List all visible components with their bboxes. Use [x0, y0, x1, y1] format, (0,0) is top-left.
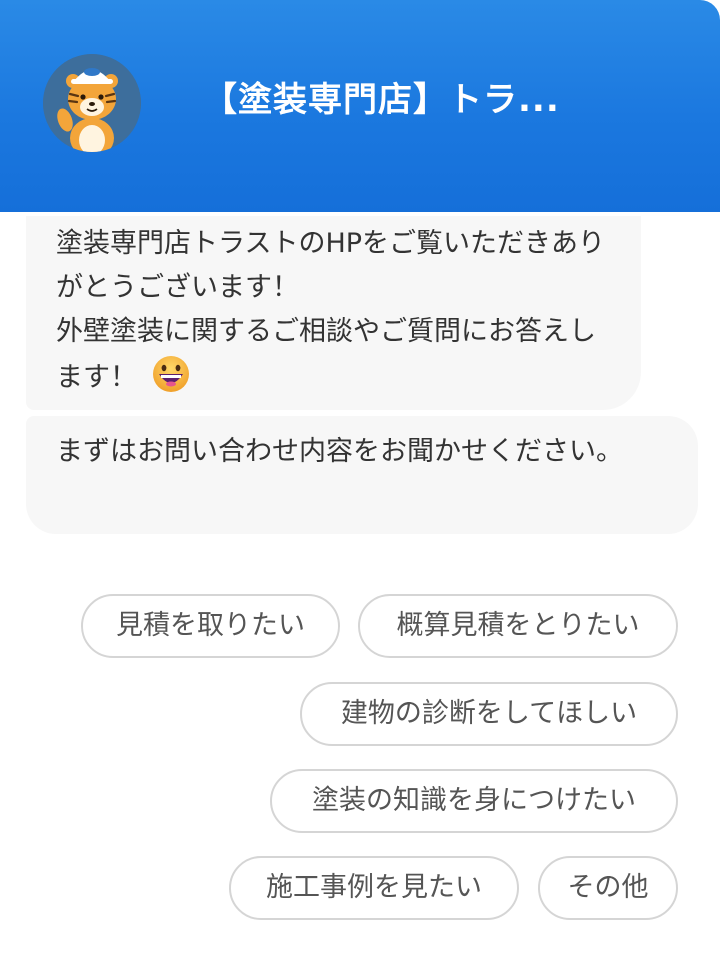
quick-reply-case-studies[interactable]: 施工事例を見たい: [229, 856, 519, 920]
quick-reply-painting-knowledge[interactable]: 塗装の知識を身につけたい: [270, 769, 678, 833]
chat-title: 【塗装専門店】トラ...: [203, 80, 560, 120]
avatar: [43, 54, 141, 152]
chat-body[interactable]: 塗装専門店トラストのHPをご覧いただきありがとうございます！ 外壁塗装に関するご…: [0, 212, 720, 960]
grinning-face-icon: [153, 356, 189, 392]
message-bubble: まずはお問い合わせ内容をお聞かせください。: [26, 416, 698, 534]
message-bubble: 塗装専門店トラストのHPをご覧いただきありがとうございます！ 外壁塗装に関するご…: [26, 216, 641, 410]
message-text: まずはお問い合わせ内容をお聞かせください。: [56, 436, 623, 467]
quick-reply-estimate[interactable]: 見積を取りたい: [81, 594, 340, 658]
quick-reply-building-diagnosis[interactable]: 建物の診断をしてほしい: [300, 682, 678, 746]
chat-header: 【塗装専門店】トラ...: [0, 0, 720, 212]
message-text: 塗装専門店トラストのHPをご覧いただきありがとうございます！ 外壁塗装に関するご…: [56, 228, 606, 393]
tiger-mascot-icon: [43, 54, 141, 152]
quick-reply-rough-estimate[interactable]: 概算見積をとりたい: [358, 594, 678, 658]
quick-reply-other[interactable]: その他: [538, 856, 678, 920]
